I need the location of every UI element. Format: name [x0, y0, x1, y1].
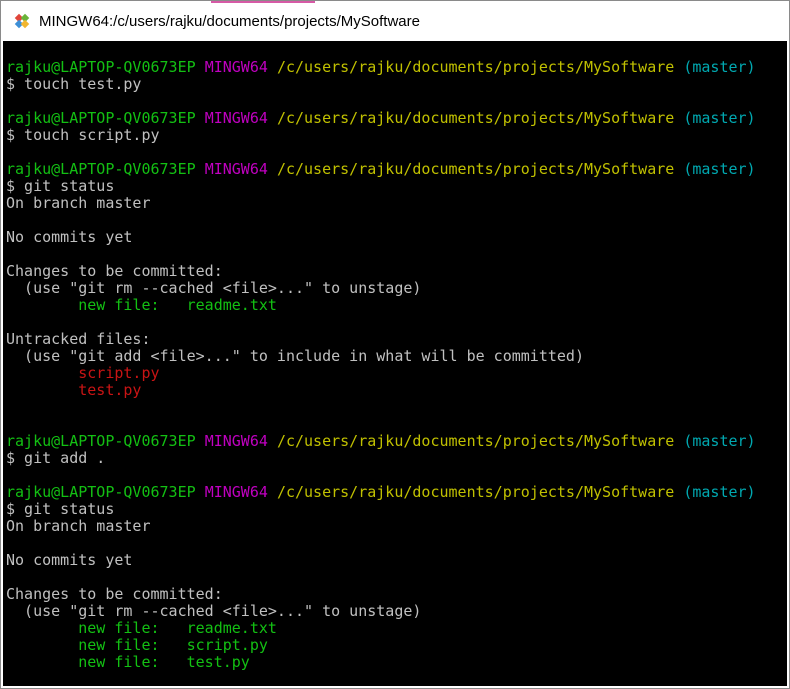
terminal-line: test.py [6, 382, 787, 399]
terminal-line: rajku@LAPTOP-QV0673EP MINGW64 /c/users/r… [6, 484, 787, 501]
terminal-text-segment: new file: test.py [78, 653, 250, 671]
terminal-text-segment: MINGW64 [204, 58, 277, 76]
terminal-text-segment: On branch master [6, 517, 151, 535]
terminal-line: Untracked files: [6, 331, 787, 348]
terminal-text-segment: /c/users/rajku/documents/projects/MySoft… [276, 432, 684, 450]
terminal-text-segment: (master) [683, 109, 756, 127]
terminal-text-segment: Changes to be committed: [6, 585, 223, 603]
terminal-text-segment: MINGW64 [204, 160, 277, 178]
terminal-text-segment: rajku@LAPTOP-QV0673EP [6, 109, 205, 127]
terminal-line: Changes to be committed: [6, 586, 787, 603]
terminal-text-segment: (master) [683, 483, 756, 501]
terminal-text-segment: $ git add . [6, 449, 106, 467]
terminal-text-segment: Untracked files: [6, 330, 151, 348]
git-bash-icon [14, 13, 30, 29]
terminal-text-segment: Changes to be committed: [6, 262, 223, 280]
terminal-text-segment: new file: readme.txt [78, 296, 277, 314]
terminal-line: $ git status [6, 501, 787, 518]
terminal-text-segment: MINGW64 [204, 432, 277, 450]
terminal-text-segment: /c/users/rajku/documents/projects/MySoft… [276, 109, 684, 127]
terminal-window: MINGW64:/c/users/rajku/documents/project… [0, 0, 790, 689]
terminal-line: $ touch test.py [6, 76, 787, 93]
terminal-line: rajku@LAPTOP-QV0673EP MINGW64 /c/users/r… [6, 59, 787, 76]
terminal-line: No commits yet [6, 229, 787, 246]
terminal-text-segment: (master) [683, 160, 756, 178]
terminal-text-segment: MINGW64 [204, 483, 277, 501]
terminal-text-segment: No commits yet [6, 551, 133, 569]
terminal-text-segment: rajku@LAPTOP-QV0673EP [6, 58, 205, 76]
terminal-text-segment: script.py [78, 364, 160, 382]
terminal-line: $ git add . [6, 450, 787, 467]
terminal-line: rajku@LAPTOP-QV0673EP MINGW64 /c/users/r… [6, 110, 787, 127]
terminal-line: new file: readme.txt [6, 297, 787, 314]
terminal-text-segment: (use "git add <file>..." to include in w… [6, 347, 584, 365]
terminal-line: On branch master [6, 518, 787, 535]
terminal-text-segment: (use "git rm --cached <file>..." to unst… [6, 602, 422, 620]
terminal-text-segment: (master) [683, 58, 756, 76]
terminal-text-segment: /c/users/rajku/documents/projects/MySoft… [276, 58, 684, 76]
terminal-text-segment: rajku@LAPTOP-QV0673EP [6, 432, 205, 450]
terminal-text-segment: test.py [78, 381, 142, 399]
terminal-line: new file: readme.txt [6, 620, 787, 637]
terminal-text-segment: On branch master [6, 194, 151, 212]
terminal-line: (use "git rm --cached <file>..." to unst… [6, 280, 787, 297]
terminal-text-segment: $ touch script.py [6, 126, 160, 144]
terminal-line: new file: test.py [6, 654, 787, 671]
terminal-text-segment: (master) [683, 432, 756, 450]
terminal-line: No commits yet [6, 552, 787, 569]
terminal-lines: rajku@LAPTOP-QV0673EP MINGW64 /c/users/r… [3, 41, 787, 671]
terminal-line: On branch master [6, 195, 787, 212]
terminal-text-segment: No commits yet [6, 228, 133, 246]
terminal-text-segment: rajku@LAPTOP-QV0673EP [6, 160, 205, 178]
terminal-text-segment: /c/users/rajku/documents/projects/MySoft… [276, 483, 684, 501]
terminal-text-segment: $ git status [6, 500, 115, 518]
terminal-line: $ git status [6, 178, 787, 195]
terminal-text-segment: MINGW64 [204, 109, 277, 127]
terminal-text-segment: new file: script.py [78, 636, 268, 654]
terminal-line: $ touch script.py [6, 127, 787, 144]
terminal-line: Changes to be committed: [6, 263, 787, 280]
window-title: MINGW64:/c/users/rajku/documents/project… [39, 12, 420, 30]
terminal-text-segment: $ touch test.py [6, 75, 142, 93]
terminal-text-segment: rajku@LAPTOP-QV0673EP [6, 483, 205, 501]
terminal-line: rajku@LAPTOP-QV0673EP MINGW64 /c/users/r… [6, 433, 787, 450]
terminal-line: new file: script.py [6, 637, 787, 654]
terminal-text-segment: new file: readme.txt [78, 619, 277, 637]
terminal-line: script.py [6, 365, 787, 382]
terminal-text-segment: (use "git rm --cached <file>..." to unst… [6, 279, 422, 297]
title-bar[interactable]: MINGW64:/c/users/rajku/documents/project… [1, 1, 789, 41]
terminal-line: (use "git add <file>..." to include in w… [6, 348, 787, 365]
terminal-output[interactable]: rajku@LAPTOP-QV0673EP MINGW64 /c/users/r… [3, 41, 787, 686]
terminal-text-segment: $ git status [6, 177, 115, 195]
terminal-text-segment: /c/users/rajku/documents/projects/MySoft… [276, 160, 684, 178]
terminal-line: (use "git rm --cached <file>..." to unst… [6, 603, 787, 620]
terminal-line: rajku@LAPTOP-QV0673EP MINGW64 /c/users/r… [6, 161, 787, 178]
